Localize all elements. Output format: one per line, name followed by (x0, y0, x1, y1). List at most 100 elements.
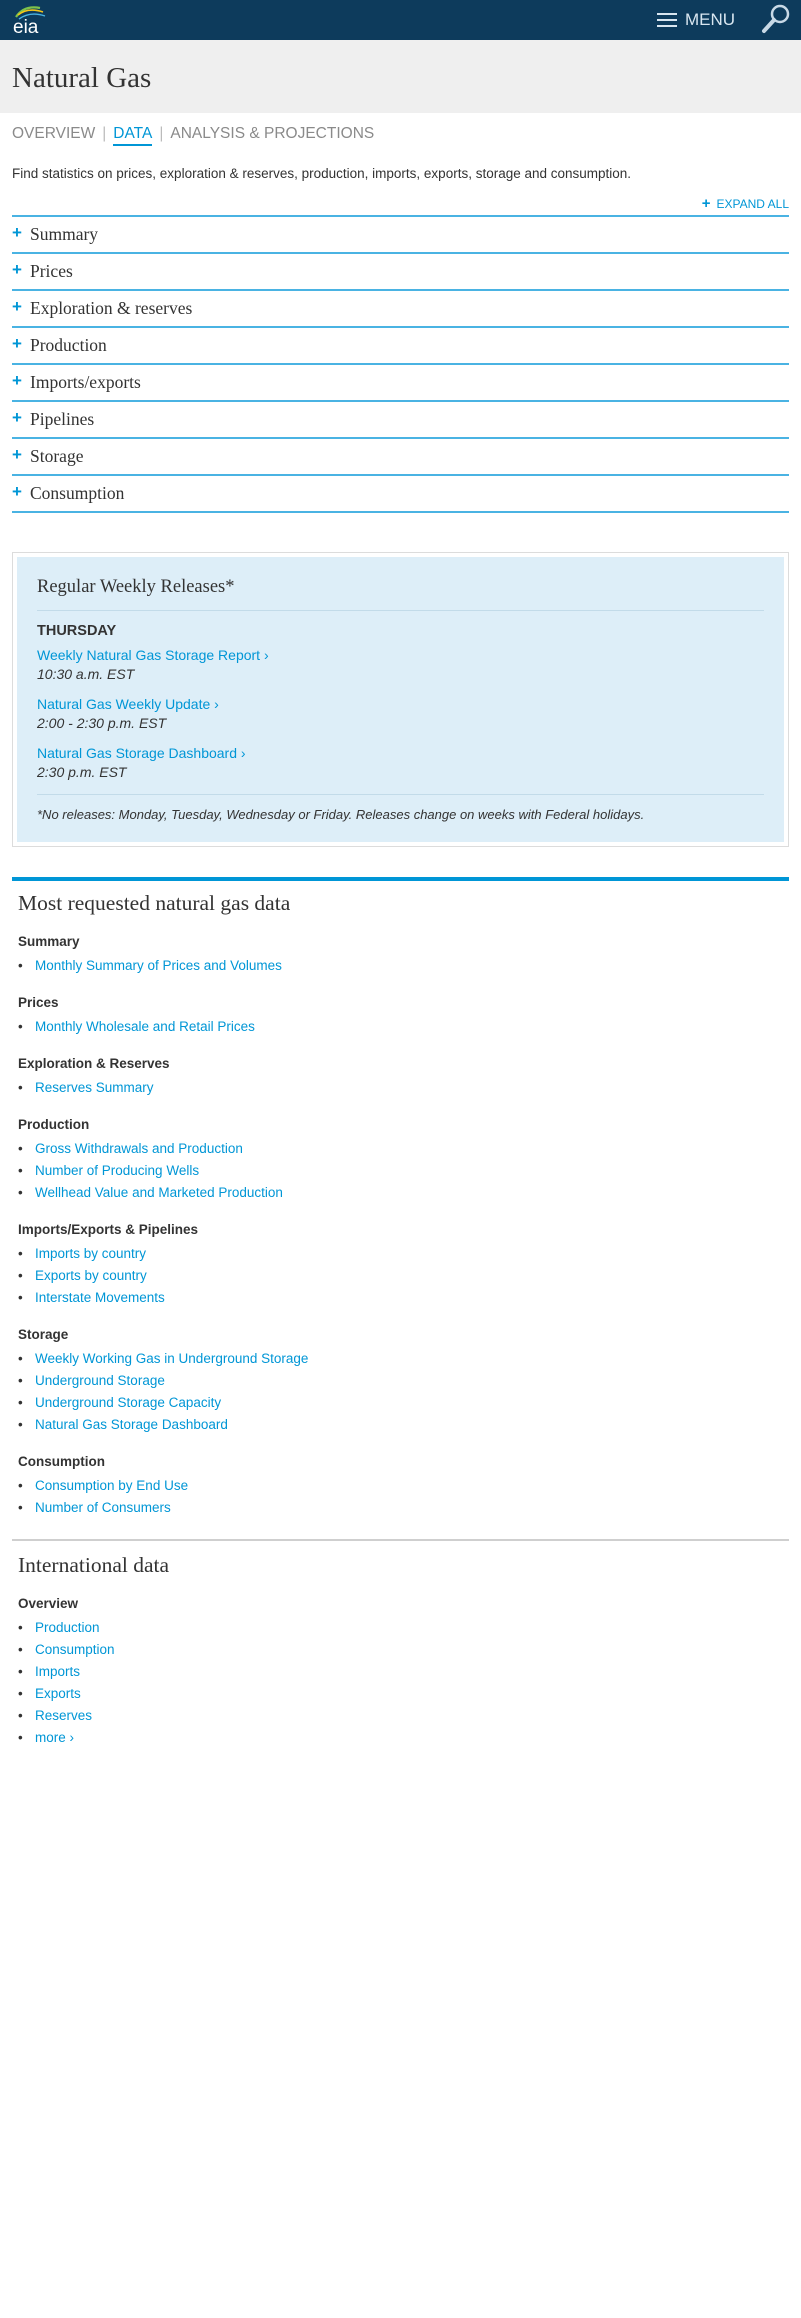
weekly-releases-box: Regular Weekly Releases* THURSDAY Weekly… (12, 552, 789, 847)
release-time: 2:00 - 2:30 p.m. EST (37, 715, 167, 731)
data-link[interactable]: Monthly Summary of Prices and Volumes (35, 958, 282, 973)
data-link[interactable]: Weekly Working Gas in Underground Storag… (35, 1351, 308, 1366)
list-item: Reserves (18, 1705, 783, 1727)
accordion-label: Production (30, 335, 107, 355)
list-item: Wellhead Value and Marketed Production (18, 1182, 783, 1204)
tab-separator: | (159, 125, 164, 142)
section-tabs: OVERVIEW | DATA | ANALYSIS & PROJECTIONS (0, 113, 801, 161)
tab-analysis-projections[interactable]: ANALYSIS & PROJECTIONS (170, 125, 374, 143)
list-item: Imports (18, 1661, 783, 1683)
top-bar: eia MENU (0, 0, 801, 40)
data-link[interactable]: Reserves Summary (35, 1080, 154, 1095)
data-link[interactable]: Underground Storage Capacity (35, 1395, 221, 1410)
releases-note: *No releases: Monday, Tuesday, Wednesday… (37, 794, 764, 822)
group-heading: Exploration & Reserves (18, 1056, 170, 1071)
tab-data[interactable]: DATA (113, 125, 153, 146)
data-link[interactable]: Underground Storage (35, 1373, 165, 1388)
release-link[interactable]: Weekly Natural Gas Storage Report › (37, 646, 764, 664)
accordion-item-consumption[interactable]: + Consumption (12, 474, 789, 511)
list-item: Exports by country (18, 1265, 783, 1287)
data-link[interactable]: Gross Withdrawals and Production (35, 1141, 243, 1156)
accordion-label: Imports/exports (30, 372, 141, 392)
link-list: Imports by country Exports by country Inte… (18, 1243, 783, 1309)
most-requested-section: Most requested natural gas data Summary M… (12, 877, 789, 1519)
accordion-item-prices[interactable]: + Prices (12, 252, 789, 289)
list-item: Production (18, 1617, 783, 1639)
accordion-item-pipelines[interactable]: + Pipelines (12, 400, 789, 437)
accordion-label: Exploration & reserves (30, 298, 193, 318)
hamburger-icon (656, 13, 677, 27)
menu-button[interactable]: MENU (656, 0, 735, 40)
link-list: Consumption by End Use Number of Consumer… (18, 1475, 783, 1519)
list-item: Monthly Wholesale and Retail Prices (18, 1016, 783, 1038)
list-item: Natural Gas Storage Dashboard (18, 1414, 783, 1436)
plus-icon: + (701, 195, 711, 212)
data-link[interactable]: Number of Consumers (35, 1500, 171, 1515)
expand-all-button[interactable]: + EXPAND ALL (12, 195, 789, 215)
plus-icon: + (12, 333, 22, 353)
plus-icon: + (12, 407, 22, 427)
group-heading: Consumption (18, 1454, 105, 1469)
accordion-item-storage[interactable]: + Storage (12, 437, 789, 474)
most-requested-title: Most requested natural gas data (18, 891, 291, 915)
data-link[interactable]: Exports (35, 1686, 81, 1701)
link-group: Prices Monthly Wholesale and Retail Price… (18, 995, 783, 1038)
accordion-item-exploration-reserves[interactable]: + Exploration & reserves (12, 289, 789, 326)
plus-icon: + (12, 222, 22, 242)
data-link[interactable]: Imports (35, 1664, 80, 1679)
link-list: Monthly Summary of Prices and Volumes (18, 955, 783, 977)
data-link[interactable]: more › (35, 1730, 74, 1745)
data-link[interactable]: Natural Gas Storage Dashboard (35, 1417, 228, 1432)
accordion-item-production[interactable]: + Production (12, 326, 789, 363)
link-list: Monthly Wholesale and Retail Prices (18, 1016, 783, 1038)
accordion-label: Storage (30, 446, 84, 466)
expand-all-label: EXPAND ALL (716, 197, 789, 211)
link-list: Reserves Summary (18, 1077, 783, 1099)
data-link[interactable]: Reserves (35, 1708, 92, 1723)
eia-logo[interactable]: eia (10, 3, 50, 38)
data-link[interactable]: Consumption (35, 1642, 115, 1657)
data-link[interactable]: Exports by country (35, 1268, 147, 1283)
list-item: Monthly Summary of Prices and Volumes (18, 955, 783, 977)
link-group: Storage Weekly Working Gas in Underground… (18, 1327, 783, 1436)
data-link[interactable]: Interstate Movements (35, 1290, 165, 1305)
group-heading: Production (18, 1117, 90, 1132)
plus-icon: + (12, 370, 22, 390)
data-link[interactable]: Consumption by End Use (35, 1478, 188, 1493)
weekly-releases-title: Regular Weekly Releases* (37, 577, 764, 611)
data-link[interactable]: Production (35, 1620, 100, 1635)
release-day: THURSDAY (37, 623, 117, 639)
svg-text:eia: eia (13, 17, 39, 37)
search-icon[interactable] (759, 2, 793, 36)
tab-separator: | (102, 125, 107, 142)
accordion-item-imports-exports[interactable]: + Imports/exports (12, 363, 789, 400)
intro-text: Find statistics on prices, exploration &… (12, 166, 632, 181)
release-link[interactable]: Natural Gas Weekly Update › (37, 695, 764, 713)
data-link[interactable]: Monthly Wholesale and Retail Prices (35, 1019, 255, 1034)
link-group: Exploration & Reserves Reserves Summary (18, 1056, 783, 1099)
tab-overview[interactable]: OVERVIEW (12, 125, 95, 143)
group-heading: Summary (18, 934, 80, 949)
list-item: Number of Consumers (18, 1497, 783, 1519)
group-heading: Overview (18, 1596, 79, 1611)
menu-label: MENU (684, 10, 735, 29)
plus-icon: + (12, 481, 22, 501)
release-time: 10:30 a.m. EST (37, 666, 135, 682)
group-heading: Storage (18, 1327, 69, 1342)
link-group: Overview Production Consumption Imports Expo… (18, 1596, 783, 1749)
release-entry: Natural Gas Weekly Update › 2:00 - 2:30 p… (37, 695, 764, 733)
link-group: Imports/Exports & Pipelines Imports by co… (18, 1222, 783, 1309)
plus-icon: + (12, 296, 22, 316)
release-time: 2:30 p.m. EST (37, 764, 127, 780)
data-link[interactable]: Imports by country (35, 1246, 146, 1261)
release-link[interactable]: Natural Gas Storage Dashboard › (37, 744, 764, 762)
list-item: Exports (18, 1683, 783, 1705)
accordion-item-summary[interactable]: + Summary (12, 215, 789, 252)
data-accordion: + Summary + Prices + Exploration & reserves + P… (12, 215, 789, 513)
release-entry: Weekly Natural Gas Storage Report › 10:30… (37, 646, 764, 684)
data-link[interactable]: Wellhead Value and Marketed Production (35, 1185, 283, 1200)
data-link[interactable]: Number of Producing Wells (35, 1163, 199, 1178)
link-group: Summary Monthly Summary of Prices and Vol… (18, 934, 783, 977)
international-section: International data Overview Production Con… (12, 1539, 789, 1749)
list-item: Gross Withdrawals and Production (18, 1138, 783, 1160)
